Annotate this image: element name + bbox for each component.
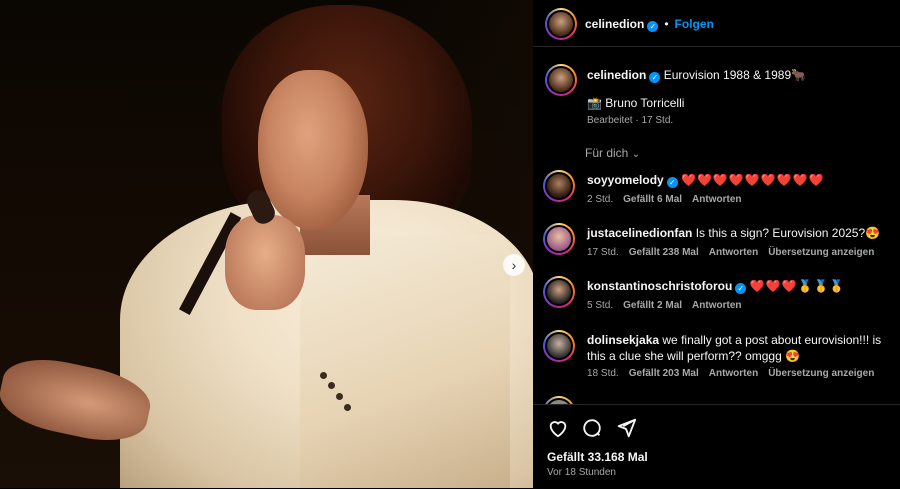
comment-time: 17 Std.: [587, 247, 619, 258]
verified-icon: ✓: [647, 21, 659, 32]
avatar[interactable]: [543, 330, 575, 362]
reply-button[interactable]: Antworten: [692, 194, 741, 205]
username-link[interactable]: celinedion: [585, 17, 644, 31]
chevron-right-icon[interactable]: ›: [503, 254, 525, 276]
post-viewer: › celinedion ✓ • Folgen celinedion ✓ Eurovis…: [0, 0, 900, 489]
comment-body: justacelinedionfan Is this a sign? Eurov…: [587, 225, 896, 241]
comment-text: Is this a sign? Eurovision 2025?😍: [695, 226, 881, 240]
comment-partial: [533, 396, 900, 404]
reply-button[interactable]: Antworten: [709, 247, 758, 258]
avatar[interactable]: [545, 8, 577, 40]
comment-meta: 18 Std. Gefällt 203 Mal Antworten Übersetzu…: [587, 368, 884, 379]
verified-icon: ✓: [735, 283, 747, 294]
comment-time: 5 Std.: [587, 300, 614, 311]
username-link[interactable]: celinedion: [587, 68, 646, 82]
comment-icon[interactable]: [581, 417, 603, 439]
comment-username[interactable]: konstantinoschristoforou: [587, 279, 732, 293]
photo-face: [258, 70, 368, 230]
comment-text: ❤️❤️❤️❤️❤️❤️❤️❤️❤️: [681, 173, 825, 187]
photo-hand: [225, 215, 305, 310]
comment-body: soyyomelody ✓ ❤️❤️❤️❤️❤️❤️❤️❤️❤️: [587, 172, 896, 188]
comment-text: ❤️❤️❤️🥇🥇🥇: [749, 279, 846, 293]
comment-likes[interactable]: Gefällt 203 Mal: [629, 368, 699, 379]
for-you-label: Für dich: [585, 146, 629, 160]
comment-meta: 2 Std. Gefällt 6 Mal Antworten: [587, 194, 752, 205]
photo-credit: 📸 Bruno Torricelli: [587, 96, 685, 110]
caption-text: Eurovision 1988 & 1989🐂: [663, 68, 807, 82]
follow-button[interactable]: Folgen: [675, 17, 714, 31]
comment-meta: 5 Std. Gefällt 2 Mal Antworten: [587, 300, 752, 311]
comment-time: 18 Std.: [587, 368, 619, 379]
photo-jacket-front: [300, 235, 510, 488]
chevron-down-icon: ⌄: [631, 149, 641, 160]
avatar[interactable]: [543, 170, 575, 202]
edited-label: Bearbeitet · 17 Std.: [587, 115, 674, 126]
translate-button[interactable]: Übersetzung anzeigen: [768, 247, 874, 258]
comment-time: 2 Std.: [587, 194, 614, 205]
avatar[interactable]: [543, 276, 575, 308]
for-you-dropdown[interactable]: Für dich ⌄: [585, 146, 640, 160]
share-icon[interactable]: [615, 417, 637, 439]
comment-likes[interactable]: Gefällt 2 Mal: [623, 300, 682, 311]
separator: •: [664, 17, 669, 31]
post-sidebar: celinedion ✓ • Folgen celinedion ✓ Eurovisio…: [533, 0, 900, 489]
comment: konstantinoschristoforou ✓ ❤️❤️❤️🥇🥇🥇 5 St…: [533, 276, 900, 316]
comment-likes[interactable]: Gefällt 238 Mal: [629, 247, 699, 258]
avatar[interactable]: [543, 396, 575, 404]
header-user: celinedion ✓ • Folgen: [585, 15, 714, 33]
comment: justacelinedionfan Is this a sign? Eurov…: [533, 223, 900, 263]
avatar[interactable]: [545, 64, 577, 96]
comment: dolinsekjaka we finally got a post about…: [533, 330, 900, 386]
comment-username[interactable]: dolinsekjaka: [587, 333, 659, 347]
caption-line: celinedion ✓ Eurovision 1988 & 1989🐂: [587, 68, 806, 83]
like-count[interactable]: Gefällt 33.168 Mal: [547, 450, 648, 464]
comment-meta: 17 Std. Gefällt 238 Mal Antworten Übersetzu…: [587, 247, 884, 258]
post-header: celinedion ✓ • Folgen: [533, 0, 900, 47]
reply-button[interactable]: Antworten: [709, 368, 758, 379]
avatar[interactable]: [543, 223, 575, 255]
verified-icon: ✓: [649, 72, 661, 83]
comment-body: konstantinoschristoforou ✓ ❤️❤️❤️🥇🥇🥇: [587, 278, 896, 294]
verified-icon: ✓: [666, 177, 678, 188]
comment: soyyomelody ✓ ❤️❤️❤️❤️❤️❤️❤️❤️❤️ 2 Std. Ge…: [533, 170, 900, 210]
comment-username[interactable]: justacelinedionfan: [587, 226, 692, 240]
comment-username[interactable]: soyyomelody: [587, 173, 664, 187]
heart-icon[interactable]: [547, 417, 569, 439]
post-actions: Gefällt 33.168 Mal Vor 18 Stunden: [533, 404, 900, 489]
reply-button[interactable]: Antworten: [692, 300, 741, 311]
post-photo[interactable]: ›: [0, 0, 533, 488]
comment-body: dolinsekjaka we finally got a post about…: [587, 332, 896, 364]
translate-button[interactable]: Übersetzung anzeigen: [768, 368, 874, 379]
post-time[interactable]: Vor 18 Stunden: [547, 467, 616, 478]
action-icons: [547, 417, 637, 439]
comment-likes[interactable]: Gefällt 6 Mal: [623, 194, 682, 205]
